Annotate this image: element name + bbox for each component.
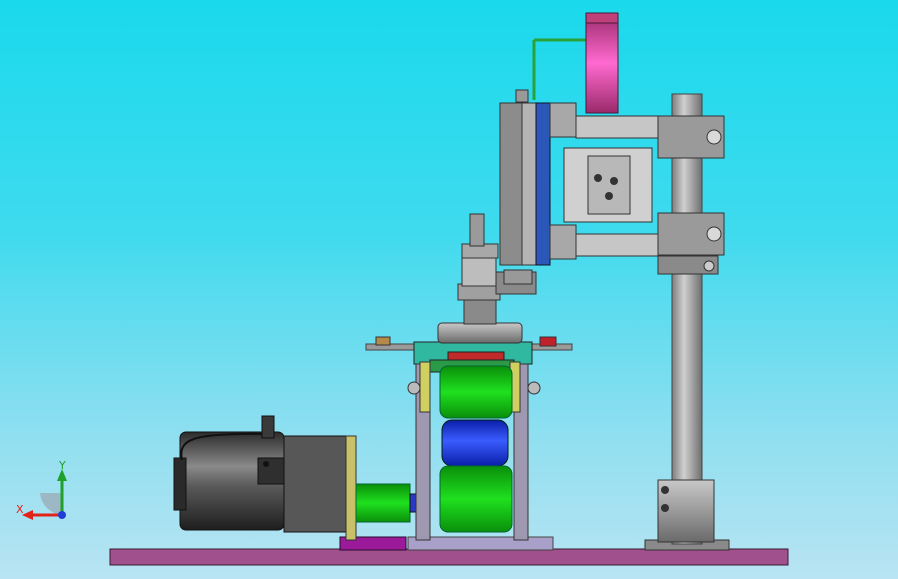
x-arrowhead — [22, 510, 33, 520]
x-axis-label: X — [16, 503, 24, 516]
green-roller-upper[interactable] — [439, 365, 513, 419]
magenta-cylinder[interactable] — [585, 12, 619, 114]
slide-carriage[interactable] — [499, 38, 659, 285]
blue-roller[interactable] — [441, 419, 509, 467]
coupling[interactable] — [355, 483, 425, 523]
vertical-post[interactable] — [657, 93, 725, 545]
cad-model[interactable] — [0, 0, 898, 579]
z-axis-point — [58, 511, 66, 519]
axis-triad-graphic: Y X — [16, 459, 67, 520]
axis-triad: Y X — [14, 455, 84, 525]
green-roller-lower[interactable] — [439, 465, 513, 533]
servo-motor[interactable] — [173, 415, 357, 541]
y-axis-label: Y — [58, 459, 66, 472]
cad-viewport[interactable]: Y X — [0, 0, 898, 579]
